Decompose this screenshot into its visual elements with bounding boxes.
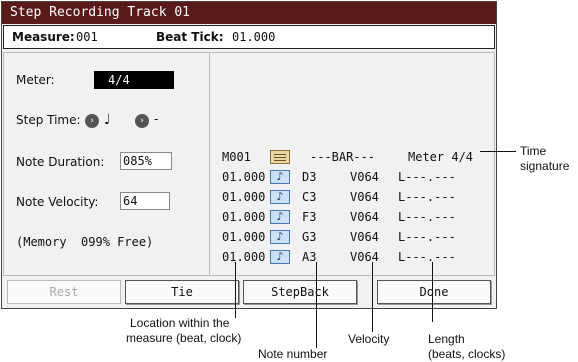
bar-meter: Meter 4/4 (408, 150, 474, 164)
beat-tick-value[interactable]: 01.000 (232, 26, 275, 48)
bar-row[interactable]: M001 ---BAR--- Meter 4/4 (222, 149, 492, 165)
velocity-leader (372, 262, 373, 332)
note-length: L---.--- (398, 210, 456, 224)
beat-tick-label: Beat Tick: (156, 30, 224, 44)
note-number: D3 (302, 170, 317, 184)
time-signature-leader (480, 151, 516, 152)
length-callout-line2: (beats, clocks) (428, 347, 506, 361)
note-number-callout: Note number (258, 347, 328, 361)
note-duration-label: Note Duration: (16, 155, 105, 169)
list-item[interactable]: 01.000 ♪ A3 V064 L---.--- (222, 249, 492, 265)
done-button[interactable]: Done (377, 280, 491, 304)
note-location: 01.000 (222, 230, 266, 244)
step-time-label: Step Time: (16, 113, 81, 127)
settings-panel: Meter: 4/4 Step Time: › ♩ › - Note Durat… (4, 53, 210, 275)
list-item[interactable]: 01.000 ♪ C3 V064 L---.--- (222, 189, 492, 205)
note-length: L---.--- (398, 250, 456, 264)
tie-button[interactable]: Tie (125, 280, 239, 304)
measure-value[interactable]: 001 (76, 26, 98, 48)
location-callout: Location within the measure (beat, clock… (126, 316, 250, 346)
button-bar: Rest Tie StepBack Done (3, 278, 495, 306)
location-callout-line2: measure (beat, clock) (126, 331, 242, 345)
list-item[interactable]: 01.000 ♪ F3 V064 L---.--- (222, 209, 492, 225)
stepback-button[interactable]: StepBack (243, 280, 357, 304)
note-length: L---.--- (398, 170, 456, 184)
length-callout: Length (beats, clocks) (428, 332, 505, 362)
location-callout-line1: Location within the (130, 316, 230, 330)
note-duration-field[interactable]: 085% (120, 152, 172, 170)
rest-button[interactable]: Rest (7, 280, 121, 304)
memory-status: (Memory 099% Free) (16, 235, 154, 249)
bar-measure: M001 (222, 150, 251, 164)
meter-field[interactable]: 4/4 (94, 71, 174, 89)
meter-label: Meter: (16, 73, 55, 87)
step-time-note[interactable]: ♩ (104, 112, 111, 128)
note-number: A3 (302, 250, 317, 264)
note-icon: ♪ (270, 250, 290, 264)
step-time-note-popup-icon[interactable]: › (85, 114, 99, 128)
velocity-callout: Velocity (348, 332, 390, 346)
note-location: 01.000 (222, 250, 266, 264)
location-leader (235, 262, 236, 318)
time-signature-callout-line2: signature (520, 159, 570, 173)
list-item[interactable]: 01.000 ♪ D3 V064 L---.--- (222, 169, 492, 185)
note-number: C3 (302, 190, 317, 204)
main-panel: Meter: 4/4 Step Time: › ♩ › - Note Durat… (3, 52, 495, 276)
step-time-modifier[interactable]: - (154, 112, 158, 126)
length-leader (432, 262, 433, 322)
step-recording-window: Step Recording Track 01 Measure: 001 Bea… (1, 1, 497, 309)
note-location: 01.000 (222, 210, 266, 224)
note-length: L---.--- (398, 230, 456, 244)
note-number: G3 (302, 230, 317, 244)
step-time-modifier-popup-icon[interactable]: › (135, 114, 149, 128)
note-velocity: V064 (350, 190, 379, 204)
note-location: 01.000 (222, 190, 266, 204)
time-signature-callout-line1: Time (520, 144, 547, 158)
note-icon: ♪ (270, 210, 290, 224)
measure-label: Measure: (12, 30, 75, 44)
note-velocity-label: Note Velocity: (16, 195, 99, 209)
list-item[interactable]: 01.000 ♪ G3 V064 L---.--- (222, 229, 492, 245)
note-velocity: V064 (350, 210, 379, 224)
measure-header: Measure: 001 Beat Tick: 01.000 (3, 25, 495, 49)
note-icon: ♪ (270, 190, 290, 204)
note-length: L---.--- (398, 190, 456, 204)
note-velocity-field[interactable]: 64 (120, 192, 170, 210)
note-location: 01.000 (222, 170, 266, 184)
note-icon: ♪ (270, 230, 290, 244)
bar-icon (270, 150, 290, 164)
length-callout-line1: Length (428, 332, 465, 346)
note-number-leader (316, 262, 317, 348)
event-list[interactable]: M001 ---BAR--- Meter 4/4 01.000 ♪ D3 V06… (210, 53, 496, 275)
window-title: Step Recording Track 01 (2, 2, 496, 24)
note-velocity: V064 (350, 250, 379, 264)
note-number: F3 (302, 210, 317, 224)
note-velocity: V064 (350, 230, 379, 244)
time-signature-callout: Time signature (520, 144, 569, 174)
note-velocity: V064 (350, 170, 379, 184)
note-icon: ♪ (270, 170, 290, 184)
bar-marker: ---BAR--- (310, 150, 376, 164)
